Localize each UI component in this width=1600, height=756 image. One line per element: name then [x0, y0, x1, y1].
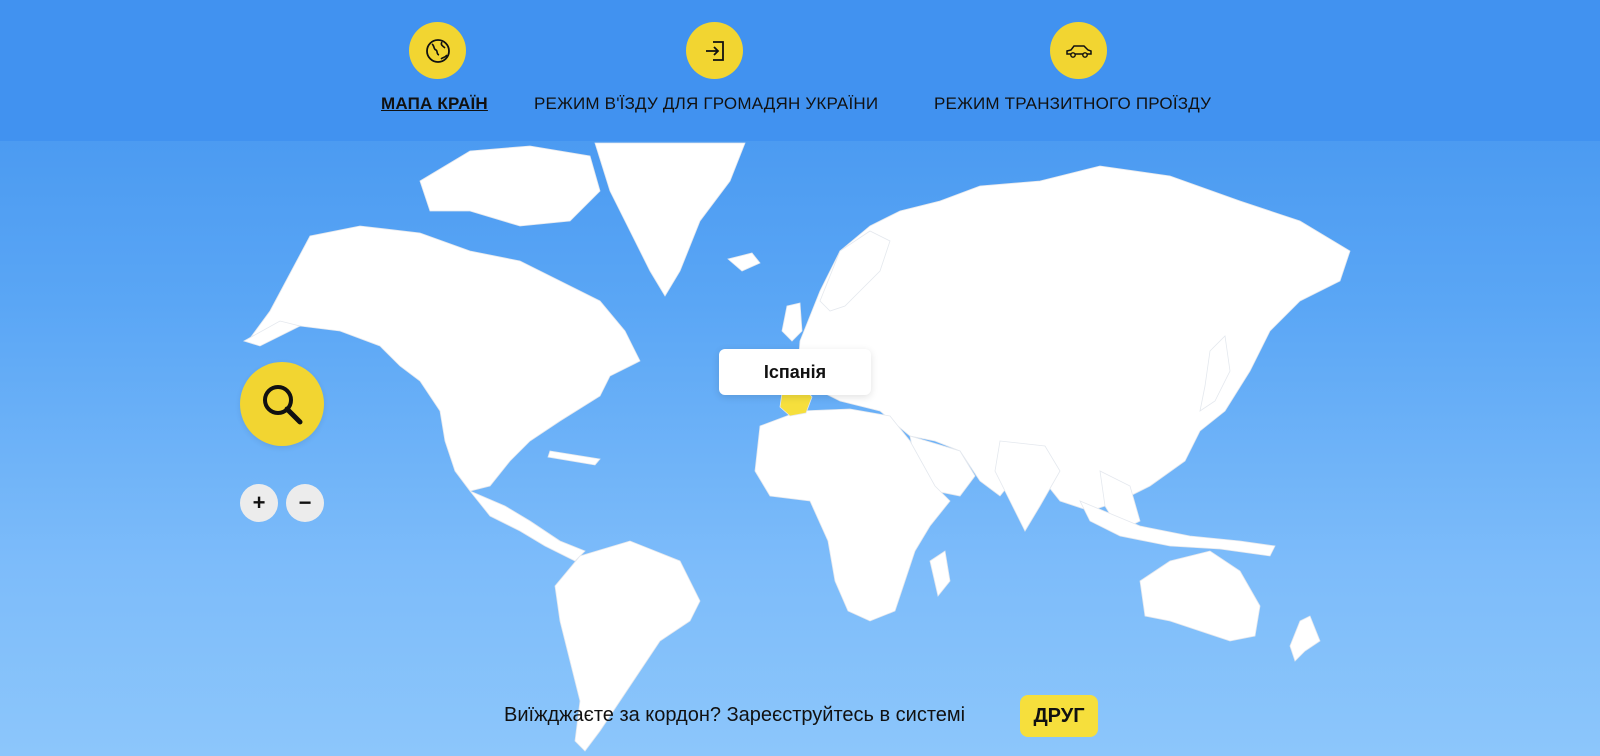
nav-label-entry-regime[interactable]: РЕЖИМ В'ЇЗДУ ДЛЯ ГРОМАДЯН УКРАЇНИ	[534, 94, 878, 114]
search-icon	[263, 385, 303, 425]
australia-landmass	[1139, 550, 1261, 642]
country-tooltip: Іспанія	[719, 349, 871, 395]
top-navigation: МАПА КРАЇН РЕЖИМ В'ЇЗДУ ДЛЯ ГРОМАДЯН УКР…	[0, 0, 1600, 141]
iceland-landmass	[727, 252, 761, 272]
zoom-out-button[interactable]: −	[286, 484, 324, 522]
new-zealand-landmass	[1289, 615, 1321, 662]
madagascar-landmass	[929, 550, 951, 597]
registration-prompt: Виїжджаєте за кордон? Зареєструйтесь в с…	[504, 704, 966, 726]
nav-item-country-map[interactable]: МАПА КРАЇН	[381, 0, 495, 141]
caribbean-landmass	[547, 450, 601, 466]
north-america-landmass	[246, 225, 641, 492]
india-landmass	[994, 440, 1061, 532]
sign-in-icon[interactable]	[686, 22, 743, 79]
central-america-landmass	[469, 490, 586, 562]
globe-icon[interactable]	[409, 22, 466, 79]
world-map-svg[interactable]	[0, 141, 1600, 756]
nav-label-transit-regime[interactable]: РЕЖИМ ТРАНЗИТНОГО ПРОЇЗДУ	[934, 94, 1211, 114]
car-icon[interactable]	[1050, 22, 1107, 79]
greenland-landmass	[594, 142, 746, 297]
nav-item-entry-regime[interactable]: РЕЖИМ В'ЇЗДУ ДЛЯ ГРОМАДЯН УКРАЇНИ	[534, 0, 896, 141]
nav-item-transit-regime[interactable]: РЕЖИМ ТРАНЗИТНОГО ПРОЇЗДУ	[934, 0, 1224, 141]
canadian-archipelago-landmass	[419, 145, 601, 227]
nav-label-country-map[interactable]: МАПА КРАЇН	[381, 94, 488, 114]
druh-button[interactable]: ДРУГ	[1020, 695, 1098, 737]
zoom-in-button[interactable]: +	[240, 484, 278, 522]
world-map[interactable]	[0, 141, 1600, 756]
search-button[interactable]	[240, 362, 324, 446]
uk-landmass	[781, 302, 803, 342]
